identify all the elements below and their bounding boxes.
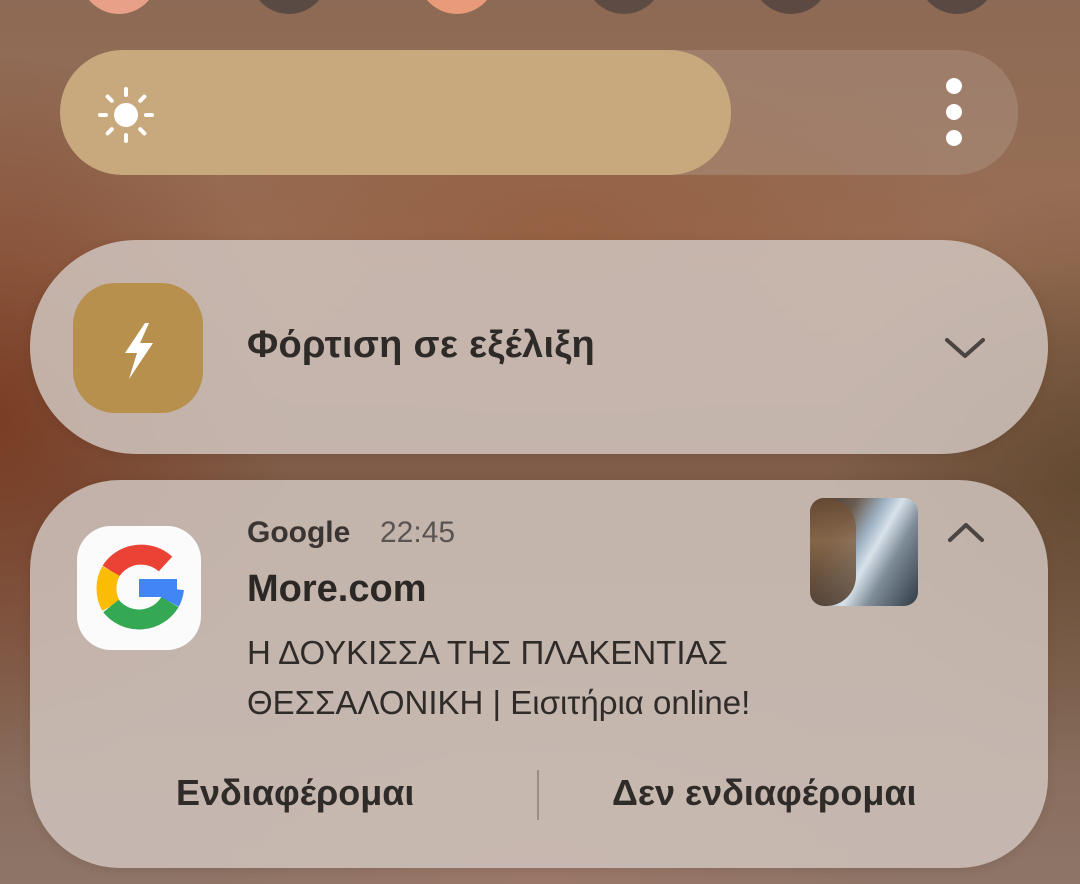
quick-setting-toggle[interactable] (918, 0, 996, 14)
quick-setting-toggle[interactable] (80, 0, 158, 14)
quick-setting-toggle[interactable] (418, 0, 496, 14)
chevron-up-icon[interactable] (946, 520, 986, 544)
interested-button[interactable]: Ενδιαφέρομαι (176, 772, 414, 814)
notification-body: Η ΔΟΥΚΙΣΣΑ ΤΗΣ ΠΛΑΚΕΝΤΙΑΣ ΘΕΣΣΑΛΟΝΙΚΗ | … (247, 634, 751, 721)
thumbnail-detail (810, 498, 856, 606)
sun-icon (96, 85, 156, 145)
notification-thumbnail (810, 498, 918, 606)
quick-setting-toggle[interactable] (250, 0, 328, 14)
notification-time: 22:45 (380, 516, 456, 549)
quick-settings-row (0, 0, 1080, 14)
quick-setting-toggle[interactable] (585, 0, 663, 14)
google-notification[interactable]: Google 22:45 More.com Η ΔΟΥΚΙΣΣΑ ΤΗΣ ΠΛΑ… (30, 480, 1048, 868)
action-divider (537, 770, 539, 820)
lightning-icon (73, 283, 203, 413)
not-interested-button[interactable]: Δεν ενδιαφέρομαι (612, 772, 916, 814)
brightness-slider[interactable] (60, 50, 1018, 175)
chevron-down-icon[interactable] (942, 334, 988, 362)
brightness-slider-fill (60, 50, 731, 175)
more-vertical-icon[interactable] (936, 76, 972, 148)
google-logo-icon (77, 526, 201, 650)
charging-notification[interactable]: Φόρτιση σε εξέλιξη (30, 240, 1048, 454)
quick-setting-toggle[interactable] (752, 0, 830, 14)
app-name: Google (247, 516, 351, 549)
notification-title: More.com (247, 568, 427, 610)
charging-title: Φόρτιση σε εξέλιξη (247, 324, 596, 366)
